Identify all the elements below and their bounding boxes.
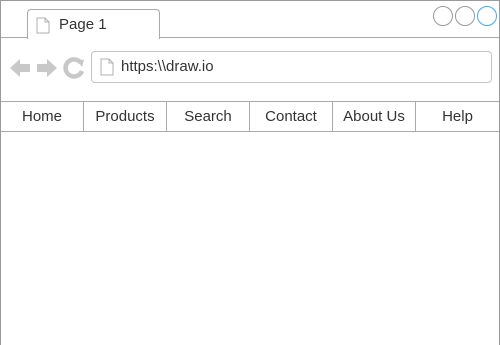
- browser-tab[interactable]: Page 1: [27, 9, 160, 39]
- menu-item-home[interactable]: Home: [1, 102, 84, 131]
- window-button-1[interactable]: [433, 6, 453, 26]
- window-button-3[interactable]: [477, 6, 497, 26]
- menu-item-products[interactable]: Products: [84, 102, 167, 131]
- browser-toolbar: https:\\draw.io: [1, 38, 499, 101]
- forward-arrow-icon[interactable]: [36, 57, 58, 79]
- menu-item-contact[interactable]: Contact: [250, 102, 333, 131]
- nav-menu: Home Products Search Contact About Us He…: [1, 101, 499, 132]
- back-arrow-icon[interactable]: [9, 57, 31, 79]
- page-icon: [100, 58, 114, 76]
- reload-icon[interactable]: [63, 57, 85, 79]
- window-controls: [433, 6, 497, 26]
- page-content: [1, 132, 499, 345]
- tab-strip: Page 1: [1, 1, 499, 39]
- browser-window: Page 1 https:\\draw.io Home Products Sea…: [0, 0, 500, 345]
- address-bar[interactable]: https:\\draw.io: [91, 51, 492, 83]
- menu-item-about-us[interactable]: About Us: [333, 102, 416, 131]
- tab-title: Page 1: [59, 16, 107, 33]
- menu-item-help[interactable]: Help: [416, 102, 499, 131]
- page-icon: [36, 17, 50, 34]
- window-button-2[interactable]: [455, 6, 475, 26]
- menu-item-search[interactable]: Search: [167, 102, 250, 131]
- url-text: https:\\draw.io: [121, 58, 214, 75]
